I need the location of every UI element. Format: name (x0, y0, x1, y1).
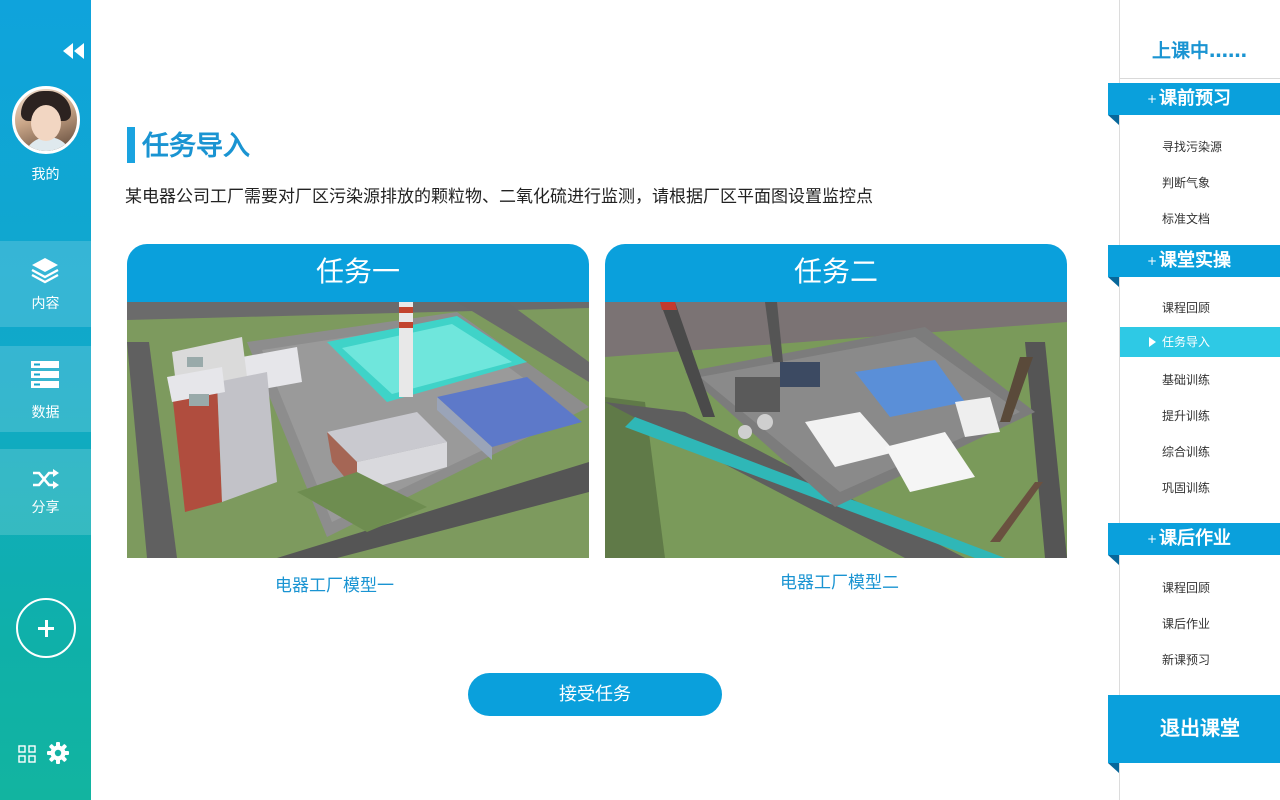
exit-class-button[interactable]: 退出课堂 (1108, 695, 1280, 773)
page-title: 任务导入 (142, 131, 250, 162)
nav-item-content[interactable]: 内容 (0, 241, 91, 327)
menu-item-task-import[interactable]: 任务导入 (1120, 327, 1280, 357)
task-card-2-caption[interactable]: 电器工厂模型二 (780, 568, 899, 593)
shuffle-share-icon (33, 469, 59, 489)
factory-model-2-image (605, 302, 1067, 558)
nav-label-data: 数据 (31, 405, 60, 421)
nav-item-share[interactable]: 分享 (0, 449, 91, 535)
factory-model-1-image (127, 302, 589, 558)
gear-icon[interactable] (47, 742, 69, 764)
database-icon (31, 361, 59, 388)
my-label[interactable]: 我的 (0, 164, 91, 184)
avatar[interactable] (12, 86, 80, 154)
course-panel (1119, 0, 1280, 800)
section-title: 课后作业 (1159, 528, 1231, 549)
task-card-1-header: 任务一 (127, 244, 589, 302)
panel-divider (1120, 78, 1280, 79)
task-card-1[interactable]: 任务一 (127, 244, 589, 558)
section-after-class[interactable]: + 课后作业 (1108, 523, 1280, 565)
add-button[interactable] (16, 598, 76, 658)
section-in-class[interactable]: + 课堂实操 (1108, 245, 1280, 287)
task-card-2-header: 任务二 (605, 244, 1067, 302)
expand-plus-icon: + (1147, 254, 1158, 268)
expand-plus-icon: + (1147, 92, 1158, 106)
section-title: 课堂实操 (1159, 250, 1231, 271)
class-status: 上课中…… (1151, 40, 1247, 62)
grid-icon[interactable] (18, 745, 36, 763)
menu-item-basic-training[interactable]: 基础训练 (1120, 365, 1280, 395)
menu-item-label: 任务导入 (1162, 335, 1211, 349)
title-accent-bar (127, 127, 135, 163)
menu-item-homework[interactable]: 课后作业 (1120, 609, 1280, 639)
accept-task-button[interactable]: 接受任务 (468, 673, 722, 716)
task-description: 某电器公司工厂需要对厂区污染源排放的颗粒物、二氧化硫进行监测，请根据厂区平面图设… (125, 187, 873, 207)
expand-plus-icon: + (1147, 532, 1158, 546)
task-card-1-caption[interactable]: 电器工厂模型一 (275, 571, 394, 596)
menu-item-find-pollution-source[interactable]: 寻找污染源 (1120, 132, 1280, 162)
menu-item-comprehensive-training[interactable]: 综合训练 (1120, 437, 1280, 467)
menu-item-standard-docs[interactable]: 标准文档 (1120, 204, 1280, 234)
task-card-2[interactable]: 任务二 (605, 244, 1067, 558)
layers-icon (31, 258, 59, 284)
section-title: 课前预习 (1159, 88, 1231, 109)
nav-item-data[interactable]: 数据 (0, 346, 91, 432)
caret-right-icon (1149, 337, 1156, 347)
menu-item-advanced-training[interactable]: 提升训练 (1120, 401, 1280, 431)
collapse-double-left-icon[interactable] (60, 40, 88, 62)
section-pre-class[interactable]: + 课前预习 (1108, 83, 1280, 125)
menu-item-consolidation-training[interactable]: 巩固训练 (1120, 473, 1280, 503)
menu-item-judge-weather[interactable]: 判断气象 (1120, 168, 1280, 198)
menu-item-course-review-2[interactable]: 课程回顾 (1120, 573, 1280, 603)
left-sidebar: 我的 内容 数据 分享 (0, 0, 91, 800)
nav-label-share: 分享 (31, 500, 60, 516)
menu-item-course-review[interactable]: 课程回顾 (1120, 293, 1280, 323)
nav-label-content: 内容 (31, 296, 60, 312)
menu-item-new-lesson-preview[interactable]: 新课预习 (1120, 645, 1280, 675)
